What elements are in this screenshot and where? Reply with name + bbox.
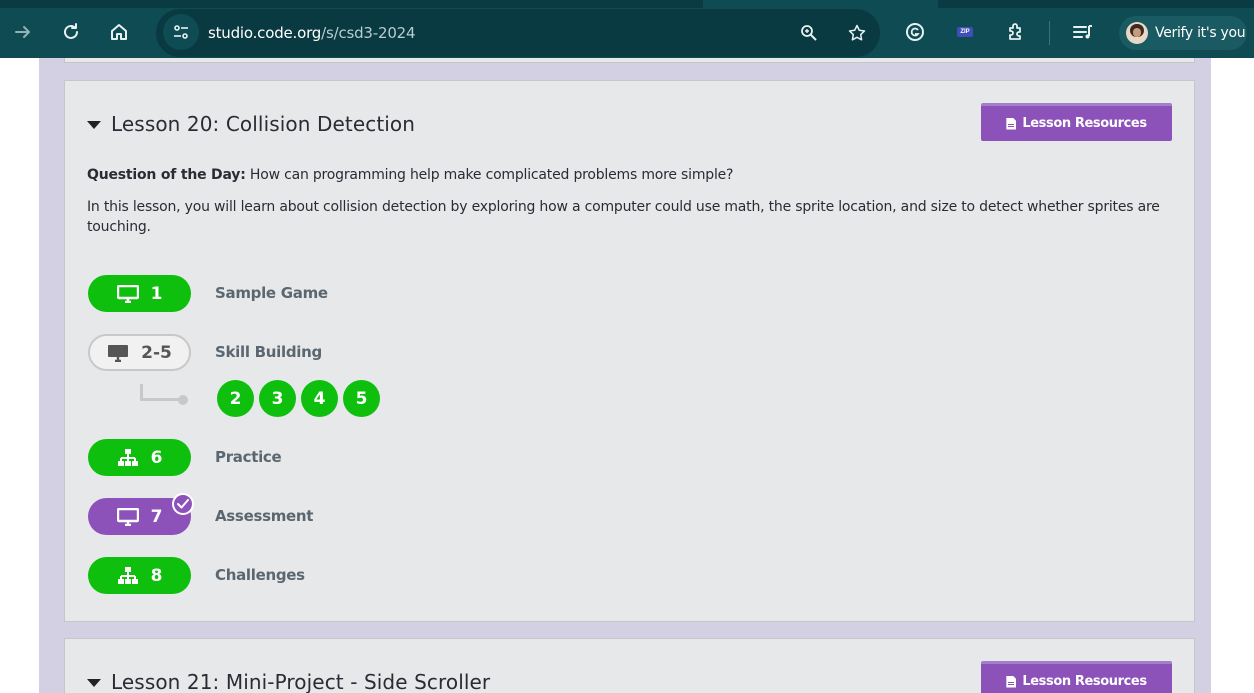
grammarly-icon[interactable] [900, 17, 930, 47]
level-bubble-8[interactable]: 8 [88, 557, 191, 594]
sublevel-connector-dot [178, 395, 188, 405]
browser-toolbar: studio.code.org/s/csd3-2024 ZIP Verify i… [0, 0, 1254, 58]
sublevel-bubble-3[interactable]: 3 [259, 380, 296, 417]
verify-label: Verify it's you [1155, 25, 1246, 41]
url-text[interactable]: studio.code.org/s/csd3-2024 [208, 24, 416, 42]
level-number: 2-5 [141, 342, 172, 363]
url-host: studio.code.org [208, 24, 322, 42]
level-label[interactable]: Sample Game [215, 284, 328, 302]
document-icon [1006, 117, 1017, 130]
qotd-text: How can programming help make complicate… [245, 167, 734, 183]
url-path: /s/csd3-2024 [321, 24, 416, 42]
sublevel-bubble-4[interactable]: 4 [301, 380, 338, 417]
level-label[interactable]: Practice [215, 448, 282, 466]
level-number: 8 [150, 565, 163, 586]
forward-icon[interactable] [8, 17, 38, 47]
home-icon[interactable] [104, 17, 134, 47]
level-label[interactable]: Challenges [215, 566, 305, 584]
toolbar-divider [1049, 21, 1050, 45]
zip-extension-icon[interactable]: ZIP [950, 17, 980, 47]
caret-down-icon [87, 121, 101, 129]
sublevel-bubble-2[interactable]: 2 [217, 380, 254, 417]
tab-strip-edge [0, 0, 703, 8]
computer-icon [116, 284, 139, 303]
level-bubble-6[interactable]: 6 [88, 439, 191, 476]
lesson-resources-button[interactable]: Lesson Resources [981, 661, 1172, 693]
reading-list-icon[interactable] [1068, 17, 1098, 47]
level-bubble-1[interactable]: 1 [88, 275, 191, 312]
lesson-resources-label: Lesson Resources [1022, 674, 1147, 689]
profile-verify-button[interactable]: Verify it's you [1119, 16, 1247, 50]
site-settings-icon[interactable] [163, 14, 199, 50]
zip-badge: ZIP [957, 27, 973, 37]
level-number: 7 [150, 506, 163, 527]
address-bar[interactable]: studio.code.org/s/csd3-2024 [156, 9, 880, 57]
level-number: 1 [150, 283, 163, 304]
hierarchy-icon [117, 448, 139, 468]
lesson-description: In this lesson, you will learn about col… [87, 199, 1160, 235]
level-label[interactable]: Assessment [215, 507, 313, 525]
checkmark-icon [172, 493, 194, 515]
bookmark-star-icon[interactable] [845, 21, 869, 45]
lesson-resources-label: Lesson Resources [1022, 116, 1147, 131]
lesson-resources-button[interactable]: Lesson Resources [981, 103, 1172, 141]
lesson-card: Lesson 20: Collision Detection Lesson Re… [64, 80, 1195, 622]
zoom-icon[interactable] [797, 21, 821, 45]
previous-lesson-card-edge [64, 58, 1195, 63]
lesson-card: Lesson 21: Mini-Project - Side Scroller … [64, 638, 1195, 693]
document-icon [1006, 675, 1017, 688]
sublevel-group: 2 3 4 5 [217, 380, 385, 417]
hierarchy-icon [117, 566, 139, 586]
reload-icon[interactable] [56, 17, 86, 47]
extensions-icon[interactable] [1001, 17, 1031, 47]
level-number: 6 [150, 447, 163, 468]
lesson-title: Lesson 20: Collision Detection [111, 112, 416, 136]
question-of-the-day: Question of the Day: How can programming… [87, 167, 733, 183]
lesson-title: Lesson 21: Mini-Project - Side Scroller [111, 670, 491, 693]
lesson-title-toggle[interactable]: Lesson 20: Collision Detection [87, 112, 415, 136]
level-label[interactable]: Skill Building [215, 343, 322, 361]
computer-icon [116, 507, 139, 526]
computer-icon [107, 344, 129, 362]
level-bubble-2-5[interactable]: 2-5 [88, 334, 191, 371]
qotd-label: Question of the Day: [87, 167, 246, 183]
lesson-title-toggle[interactable]: Lesson 21: Mini-Project - Side Scroller [87, 670, 490, 693]
profile-avatar [1126, 22, 1148, 44]
sublevel-bubble-5[interactable]: 5 [343, 380, 380, 417]
tab-strip-edge [938, 0, 1254, 8]
caret-down-icon [87, 679, 101, 687]
